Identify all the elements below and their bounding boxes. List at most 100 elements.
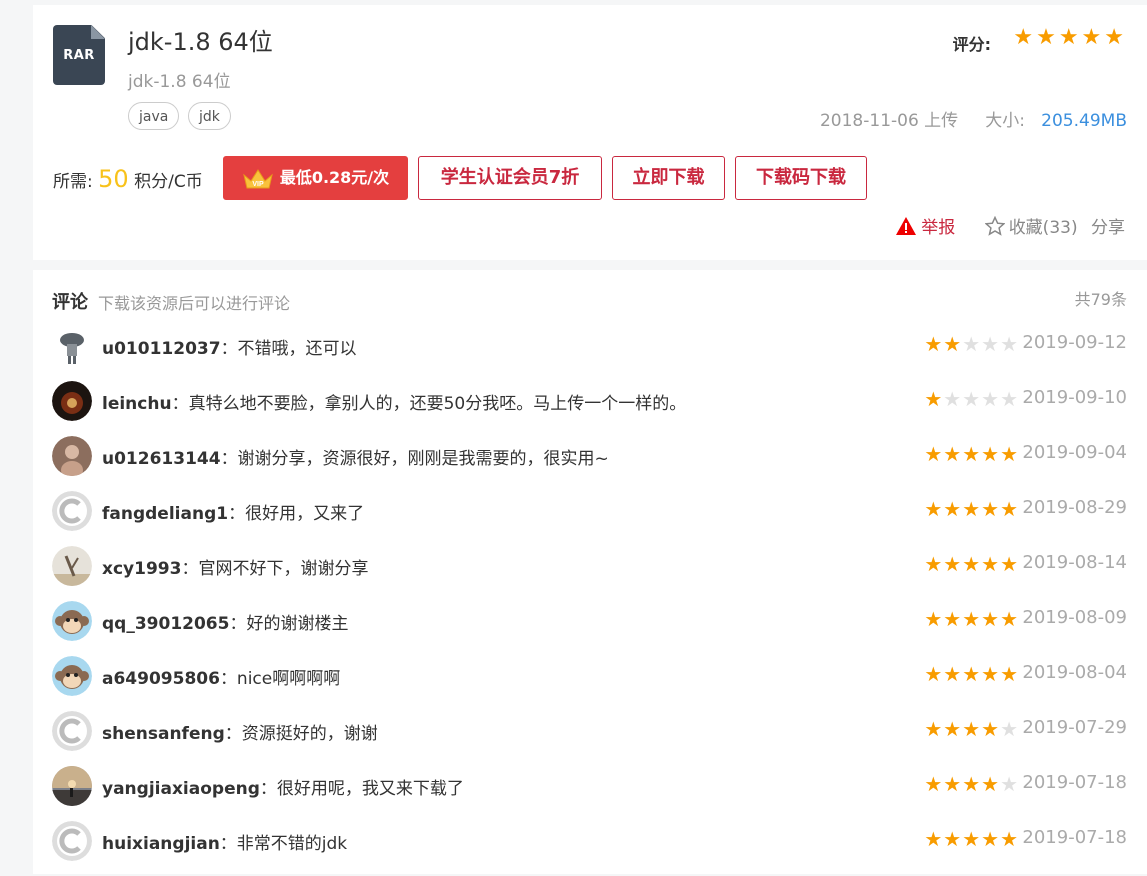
file-fold-icon <box>91 25 105 39</box>
comment-text: ：真特么地不要脸，拿别人的，还要50分我呸。马上传一个一样的。 <box>171 394 687 414</box>
price-suffix: 积分/C币 <box>134 172 203 192</box>
star-filled-icon: ★ <box>962 552 982 576</box>
comment-username[interactable]: qq_39012065：好的谢谢楼主 <box>102 609 348 634</box>
avatar[interactable] <box>52 436 92 476</box>
star-filled-icon: ★ <box>962 827 982 851</box>
comment-stars: ★★★★★ <box>924 332 1019 356</box>
star-filled-icon: ★ <box>943 662 963 686</box>
star-filled-icon: ★ <box>924 772 944 796</box>
upload-date: 2018-11-06 上传 <box>819 111 959 131</box>
comment-text: ：官网不好下，谢谢分享 <box>181 559 369 579</box>
comment-text: ：好的谢谢楼主 <box>229 614 349 634</box>
comment-username[interactable]: fangdeliang1：很好用，又来了 <box>102 499 364 524</box>
resource-title: jdk-1.8 64位 <box>128 28 273 56</box>
report-label: 举报 <box>921 218 956 238</box>
star-outline-icon <box>984 216 1005 236</box>
avatar[interactable] <box>52 546 92 586</box>
avatar[interactable] <box>52 326 92 366</box>
resource-card: RAR jdk-1.8 64位 jdk-1.8 64位 java jdk 评分:… <box>33 5 1147 260</box>
comment-username[interactable]: shensanfeng：资源挺好的，谢谢 <box>102 719 378 744</box>
comment-row: huixiangjian：非常不错的jdk ★★★★★ 2019-07-18 <box>33 821 1147 876</box>
comment-username[interactable]: u010112037：不错哦，还可以 <box>102 334 357 359</box>
star-filled-icon: ★ <box>981 497 1001 521</box>
vip-download-button[interactable]: VIP 最低0.28元/次 <box>223 156 408 200</box>
star-filled-icon: ★ <box>924 442 944 466</box>
star-filled-icon: ★ <box>924 552 944 576</box>
avatar[interactable] <box>52 491 92 531</box>
star-filled-icon: ★ <box>924 387 944 411</box>
star-filled-icon: ★ <box>924 607 944 631</box>
star-filled-icon: ★ <box>1000 607 1019 631</box>
star-empty-icon: ★ <box>1000 387 1019 411</box>
comment-row: yangjiaxiaopeng：很好用呢，我又来下载了 ★★★★★ 2019-07-… <box>33 766 1147 821</box>
star-empty-icon: ★ <box>981 332 1001 356</box>
comments-total: 共79条 <box>1074 290 1127 309</box>
comment-stars: ★★★★★ <box>924 387 1019 411</box>
comment-row: shensanfeng：资源挺好的，谢谢 ★★★★★ 2019-07-29 <box>33 711 1147 766</box>
avatar[interactable] <box>52 656 92 696</box>
comment-date: 2019-09-12 <box>1022 332 1127 353</box>
comment-row: leinchu：真特么地不要脸，拿别人的，还要50分我呸。马上传一个一样的。 ★★… <box>33 381 1147 436</box>
collect-link[interactable]: 收藏(33) <box>984 216 1083 238</box>
comment-date: 2019-07-29 <box>1022 717 1127 738</box>
comments-title: 评论 <box>52 292 88 313</box>
comment-date: 2019-09-10 <box>1022 387 1127 408</box>
star-filled-icon: ★ <box>1000 662 1019 686</box>
comment-username[interactable]: leinchu：真特么地不要脸，拿别人的，还要50分我呸。马上传一个一样的。 <box>102 389 686 414</box>
comment-text: ：谢谢分享，资源很好，刚刚是我需要的，很实用~ <box>220 449 609 469</box>
comment-row: a649095806：nice啊啊啊啊 ★★★★★ 2019-08-04 <box>33 656 1147 711</box>
report-link[interactable]: 举报 <box>895 217 960 238</box>
price-value: 50 <box>98 165 129 193</box>
size-value: 205.49MB <box>1041 111 1127 131</box>
star-filled-icon: ★ <box>1000 442 1019 466</box>
share-link[interactable]: 分享 <box>1091 218 1125 238</box>
tag-java[interactable]: java <box>128 102 180 130</box>
star-filled-icon: ★ <box>1000 552 1019 576</box>
star-filled-icon: ★ <box>981 607 1001 631</box>
star-empty-icon: ★ <box>943 387 963 411</box>
comment-text: ：很好用，又来了 <box>228 504 365 524</box>
star-empty-icon: ★ <box>1000 717 1019 741</box>
star-filled-icon: ★ <box>962 442 982 466</box>
comment-date: 2019-07-18 <box>1022 827 1127 848</box>
resource-meta: 2018-11-06 上传 大小: 205.49MB <box>820 106 1127 131</box>
comment-stars: ★★★★★ <box>924 662 1019 686</box>
star-filled-icon: ★ <box>962 607 982 631</box>
star-filled-icon: ★ <box>962 717 982 741</box>
warning-icon <box>896 217 917 235</box>
avatar[interactable] <box>52 766 92 806</box>
star-filled-icon: ★ <box>943 827 963 851</box>
star-filled-icon: ★ <box>981 442 1001 466</box>
comment-row: fangdeliang1：很好用，又来了 ★★★★★ 2019-08-29 <box>33 491 1147 546</box>
comment-username[interactable]: a649095806：nice啊啊啊啊 <box>102 664 340 689</box>
download-code-button[interactable]: 下载码下载 <box>735 156 867 200</box>
star-filled-icon: ★ <box>924 662 944 686</box>
price-prefix: 所需: <box>53 172 93 192</box>
comment-username[interactable]: yangjiaxiaopeng：很好用呢，我又来下载了 <box>102 774 464 799</box>
avatar[interactable] <box>52 381 92 421</box>
tag-jdk[interactable]: jdk <box>188 102 231 130</box>
avatar[interactable] <box>52 821 92 861</box>
comment-username[interactable]: u012613144：谢谢分享，资源很好，刚刚是我需要的，很实用~ <box>102 444 609 469</box>
star-filled-icon: ★ <box>1000 827 1019 851</box>
avatar[interactable] <box>52 601 92 641</box>
star-empty-icon: ★ <box>962 332 982 356</box>
comment-row: u010112037：不错哦，还可以 ★★★★★ 2019-09-12 <box>33 326 1147 381</box>
download-now-button[interactable]: 立即下载 <box>612 156 725 200</box>
star-empty-icon: ★ <box>981 387 1001 411</box>
vip-button-label: 最低0.28元/次 <box>279 168 390 187</box>
star-filled-icon: ★ <box>981 662 1001 686</box>
size-label: 大小: <box>985 111 1025 131</box>
comment-date: 2019-07-18 <box>1022 772 1127 793</box>
star-empty-icon: ★ <box>1000 772 1019 796</box>
star-filled-icon: ★ <box>943 552 963 576</box>
star-filled-icon: ★ <box>981 552 1001 576</box>
comment-row: qq_39012065：好的谢谢楼主 ★★★★★ 2019-08-09 <box>33 601 1147 656</box>
comment-text: ：非常不错的jdk <box>219 834 348 854</box>
student-vip-button[interactable]: 学生认证会员7折 <box>418 156 602 200</box>
avatar[interactable] <box>52 711 92 751</box>
comment-date: 2019-09-04 <box>1022 442 1127 463</box>
comment-username[interactable]: xcy1993：官网不好下，谢谢分享 <box>102 554 368 579</box>
comment-username[interactable]: huixiangjian：非常不错的jdk <box>102 829 347 854</box>
comment-stars: ★★★★★ <box>924 607 1019 631</box>
